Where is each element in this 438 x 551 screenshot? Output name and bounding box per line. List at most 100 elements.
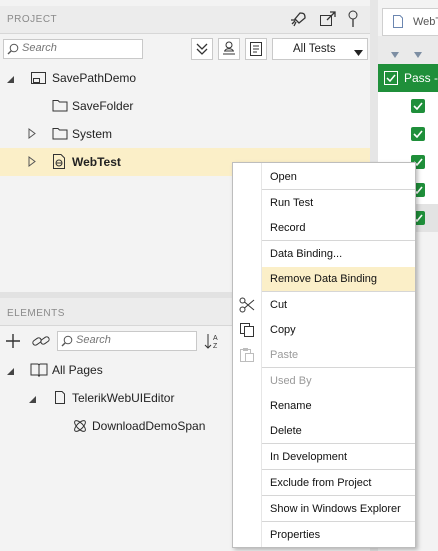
tree-item-label: All Pages	[52, 363, 103, 377]
menu-separator	[262, 240, 415, 241]
tree-item-savepathdemo[interactable]: SavePathDemo	[0, 64, 370, 92]
test-list-button[interactable]	[245, 38, 267, 60]
tree-item-savefolder[interactable]: SaveFolder	[0, 92, 370, 120]
menu-item-exclude-from-project[interactable]: Exclude from Project	[262, 471, 415, 496]
pass-checkbox[interactable]	[411, 99, 425, 113]
project-icon	[30, 69, 47, 89]
menu-item-copy[interactable]: Copy	[262, 318, 415, 343]
tree-item-label: DownloadDemoSpan	[92, 419, 206, 433]
pass-column-header[interactable]: Pass -	[378, 64, 438, 92]
sort-down-icon[interactable]	[414, 47, 422, 61]
test-filter-value: All Tests	[293, 43, 336, 55]
menu-item-label: Remove Data Binding	[270, 273, 378, 285]
menu-item-label: In Development	[270, 451, 348, 463]
list-icon	[250, 42, 262, 56]
tree-item-label: WebTest	[72, 155, 121, 169]
menu-item-data-binding[interactable]: Data Binding...	[262, 242, 415, 267]
tree-item-label: SavePathDemo	[52, 71, 137, 85]
web-test-icon	[392, 14, 404, 32]
menu-item-in-development[interactable]: In Development	[262, 445, 415, 470]
menu-separator	[262, 521, 415, 522]
tree-item-label: System	[72, 127, 113, 141]
project-panel-header: PROJECT	[0, 6, 370, 34]
menu-item-label: Copy	[270, 324, 296, 336]
menu-item-label: Exclude from Project	[270, 477, 372, 489]
menu-item-cut[interactable]: Cut	[262, 293, 415, 318]
tab-webtest[interactable]: WebT	[382, 8, 438, 36]
menu-item-rename[interactable]: Rename	[262, 394, 415, 419]
checkbox-icon	[383, 70, 399, 89]
expanded-arrow-icon[interactable]	[6, 73, 15, 87]
tree-item-label: TelerikWebUIEditor	[72, 391, 175, 405]
menu-item-label: Record	[270, 222, 306, 234]
search-icon	[7, 43, 19, 55]
menu-separator	[262, 291, 415, 292]
elements-panel-title: ELEMENTS	[7, 308, 65, 319]
pop-out-icon[interactable]	[319, 11, 337, 30]
web-test-icon	[52, 153, 66, 173]
menu-item-label: Cut	[270, 299, 288, 311]
rocket-icon[interactable]	[289, 11, 307, 30]
menu-item-remove-data-binding[interactable]: Remove Data Binding	[262, 267, 415, 292]
folder-icon	[52, 126, 68, 143]
scissors-icon	[239, 297, 255, 316]
double-chevron-down-icon	[196, 43, 208, 55]
owner-filter-button[interactable]	[218, 38, 240, 60]
tree-item-label: SaveFolder	[72, 99, 134, 113]
menu-item-properties[interactable]: Properties	[262, 523, 415, 548]
menu-item-label: Data Binding...	[270, 248, 343, 260]
add-icon[interactable]	[5, 333, 21, 352]
collapsed-arrow-icon[interactable]	[28, 128, 36, 142]
page-icon	[54, 390, 66, 408]
pages-icon	[30, 362, 48, 380]
search-icon	[61, 335, 73, 347]
menu-item-paste[interactable]: Paste	[262, 343, 415, 368]
menu-separator	[262, 367, 415, 368]
menu-item-label: Used By	[270, 375, 312, 387]
menu-item-label: Show in Windows Explorer	[270, 503, 401, 515]
elements-search-box[interactable]	[57, 331, 197, 351]
expanded-arrow-icon[interactable]	[6, 365, 15, 379]
menu-item-label: Paste	[270, 349, 299, 361]
expanded-arrow-icon[interactable]	[28, 393, 37, 407]
menu-item-record[interactable]: Record	[262, 216, 415, 241]
pass-checkbox[interactable]	[411, 127, 425, 141]
sort-az-icon[interactable]: AZ	[204, 332, 222, 353]
collapsed-arrow-icon[interactable]	[28, 156, 36, 170]
menu-item-show-in-explorer[interactable]: Show in Windows Explorer	[262, 497, 415, 522]
test-filter-dropdown[interactable]: All Tests	[272, 38, 368, 60]
project-panel-title: PROJECT	[7, 14, 58, 25]
menu-separator	[262, 189, 415, 190]
sort-down-icon[interactable]	[391, 47, 399, 61]
menu-item-run-test[interactable]: Run Test	[262, 191, 415, 216]
svg-text:A: A	[213, 335, 218, 342]
elements-search-input[interactable]	[76, 334, 186, 346]
menu-item-label: Properties	[270, 529, 321, 541]
menu-separator	[262, 469, 415, 470]
menu-separator	[262, 495, 415, 496]
menu-item-label: Run Test	[270, 197, 314, 209]
pass-column-label: Pass -	[404, 71, 438, 85]
menu-item-used-by[interactable]: Used By	[262, 369, 415, 394]
menu-item-delete[interactable]: Delete	[262, 419, 415, 444]
tree-item-system[interactable]: System	[0, 120, 370, 148]
grid-toolbar	[378, 36, 438, 65]
paste-icon	[239, 347, 255, 366]
user-icon	[223, 41, 235, 55]
link-icon[interactable]	[31, 333, 51, 352]
menu-item-label: Delete	[270, 425, 302, 437]
collapse-all-button[interactable]	[191, 38, 213, 60]
pin-icon[interactable]	[347, 10, 359, 31]
context-menu: Open Run Test Record Data Binding... Rem…	[232, 162, 416, 548]
menu-item-label: Rename	[270, 400, 312, 412]
element-icon	[72, 418, 88, 437]
project-toolbar: All Tests	[0, 34, 370, 64]
folder-icon	[52, 98, 68, 115]
project-search-box[interactable]	[3, 39, 143, 59]
copy-icon	[239, 322, 255, 341]
menu-separator	[262, 443, 415, 444]
menu-item-open[interactable]: Open	[262, 165, 415, 190]
dropdown-arrow-icon	[354, 46, 363, 60]
menu-item-label: Open	[270, 171, 297, 183]
project-search-input[interactable]	[22, 42, 132, 54]
